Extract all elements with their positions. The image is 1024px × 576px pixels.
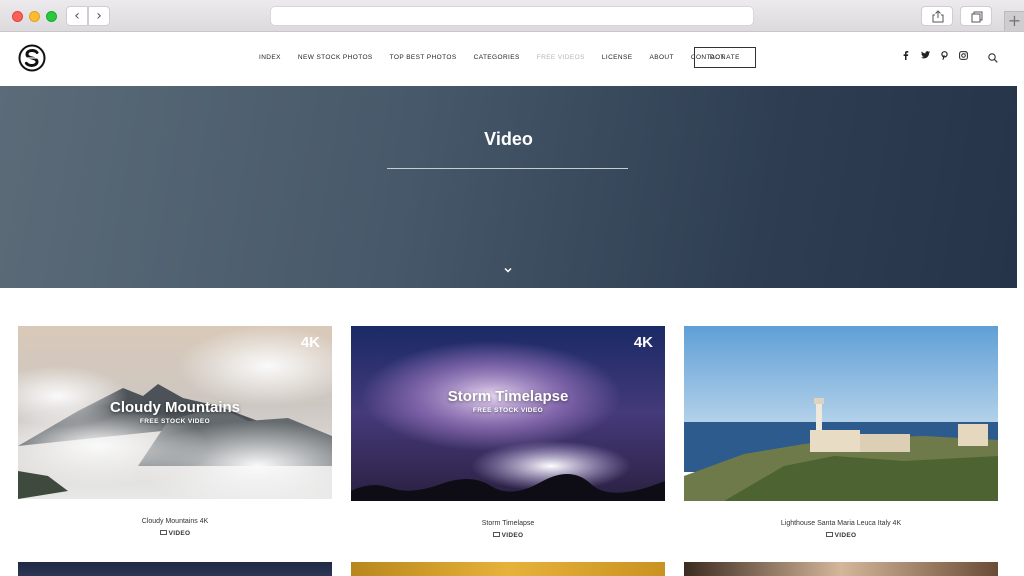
s-logo-icon[interactable]	[18, 44, 46, 72]
envelope-icon	[492, 532, 500, 537]
video-tag[interactable]: VIDEO	[684, 532, 998, 539]
page-title: Video	[484, 129, 533, 149]
overlay-subtitle: FREE STOCK VIDEO	[139, 418, 211, 425]
browser-toolbar: ‹ › +	[0, 0, 1024, 32]
main-menu: INDEX NEW STOCK PHOTOS TOP BEST PHOTOS C…	[259, 54, 742, 61]
video-caption[interactable]: Cloudy Mountains 4K	[18, 518, 332, 525]
video-caption[interactable]: Lighthouse Santa Maria Leuca Italy 4K	[684, 520, 998, 527]
back-button[interactable]: ‹	[66, 6, 88, 26]
site-header: INDEX NEW STOCK PHOTOS TOP BEST PHOTOS C…	[0, 32, 1024, 86]
4k-badge: 4K	[633, 334, 653, 351]
video-thumbnail[interactable]	[18, 562, 332, 576]
envelope-icon	[159, 530, 167, 535]
zoom-window-button[interactable]	[46, 11, 57, 22]
overlay-title: Storm Timelapse	[447, 388, 569, 405]
donate-button[interactable]: DONATE	[694, 47, 756, 68]
video-thumbnail[interactable]	[351, 562, 665, 576]
pinterest-icon[interactable]	[941, 51, 948, 60]
video-thumbnail[interactable]	[684, 326, 998, 501]
video-caption[interactable]: Storm Timelapse	[351, 520, 665, 527]
address-bar[interactable]	[270, 6, 754, 26]
search-icon[interactable]	[988, 53, 998, 63]
hero-banner: Video	[0, 86, 1017, 288]
envelope-icon	[825, 532, 833, 537]
4k-badge: 4K	[300, 334, 320, 351]
title-divider	[387, 168, 628, 169]
instagram-icon[interactable]	[959, 51, 968, 60]
share-icon	[932, 10, 944, 23]
new-tab-button[interactable]: +	[1004, 11, 1024, 31]
overlay-subtitle: FREE STOCK VIDEO	[472, 407, 544, 414]
video-thumbnail[interactable]: 4K Storm Timelapse FREE STOCK VIDEO	[351, 326, 665, 501]
minimize-window-button[interactable]	[29, 11, 40, 22]
video-tag[interactable]: VIDEO	[351, 532, 665, 539]
close-window-button[interactable]	[12, 11, 23, 22]
tabs-icon	[971, 11, 983, 23]
plus-icon: +	[1007, 11, 1022, 30]
chevron-down-icon[interactable]	[502, 266, 514, 274]
chevron-right-icon: ›	[96, 8, 102, 24]
twitter-icon[interactable]	[921, 51, 930, 59]
lighthouse-image	[684, 326, 998, 501]
menu-item-index[interactable]: INDEX	[259, 54, 281, 61]
video-tag[interactable]: VIDEO	[18, 530, 332, 537]
tab-overview-button[interactable]	[960, 6, 992, 26]
chevron-left-icon: ‹	[74, 8, 80, 24]
overlay-title: Cloudy Mountains	[110, 399, 240, 416]
video-thumbnail[interactable]: 4K Cloudy Mountains FREE STOCK VIDEO	[18, 326, 332, 499]
menu-item-license[interactable]: LICENSE	[602, 54, 633, 61]
menu-item-categories[interactable]: CATEGORIES	[474, 54, 520, 61]
share-button[interactable]	[921, 6, 953, 26]
menu-item-top-best-photos[interactable]: TOP BEST PHOTOS	[390, 54, 457, 61]
video-thumbnail[interactable]	[684, 562, 998, 576]
menu-item-new-stock-photos[interactable]: NEW STOCK PHOTOS	[298, 54, 373, 61]
forward-button[interactable]: ›	[88, 6, 110, 26]
menu-item-free-videos[interactable]: FREE VIDEOS	[537, 54, 585, 61]
facebook-icon[interactable]	[902, 51, 909, 60]
menu-item-about[interactable]: ABOUT	[649, 54, 673, 61]
